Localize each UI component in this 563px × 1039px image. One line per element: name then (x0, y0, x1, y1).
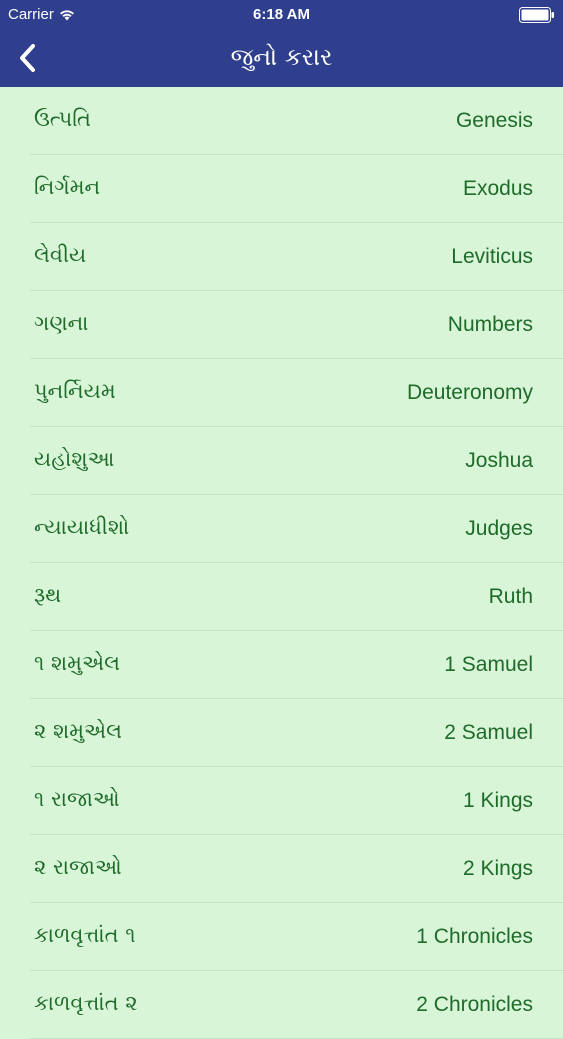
book-row-deuteronomy[interactable]: પુનર્નિયમ Deuteronomy (0, 359, 563, 427)
book-row-genesis[interactable]: ઉત્પતિ Genesis (0, 87, 563, 155)
navigation-bar: જુનો કરાર (0, 28, 563, 87)
chevron-left-icon (20, 44, 35, 72)
book-name-gujarati: લેવીય (34, 243, 87, 267)
book-row-2-kings[interactable]: ૨ રાજાઓ 2 Kings (0, 835, 563, 903)
book-name-gujarati: ૨ રાજાઓ (34, 855, 122, 879)
book-name-english: Leviticus (451, 245, 533, 268)
book-name-english: 2 Kings (462, 857, 533, 880)
book-name-english: 1 Kings (462, 789, 533, 812)
back-button[interactable] (8, 38, 48, 78)
book-name-gujarati: કાળવૃત્તાંત ૧ (34, 923, 136, 947)
book-name-english: 1 Samuel (444, 653, 533, 676)
page-title: જુનો કરાર (230, 43, 333, 71)
book-row-1-samuel[interactable]: ૧ શમુએલ 1 Samuel (0, 631, 563, 699)
book-name-english: 1 Chronicles (416, 925, 533, 948)
book-name-gujarati: ઉત્પતિ (34, 107, 91, 131)
book-row-ruth[interactable]: રૂથ Ruth (0, 563, 563, 631)
book-row-1-chronicles[interactable]: કાળવૃત્તાંત ૧ 1 Chronicles (0, 903, 563, 971)
book-name-gujarati: યહોશુઆ (34, 447, 115, 471)
book-list: ઉત્પતિ Genesis નિર્ગમન Exodus લેવીય Levi… (0, 87, 563, 1039)
book-name-english: Judges (465, 517, 533, 540)
book-name-gujarati: નિર્ગમન (34, 175, 101, 199)
status-bar: Carrier 6:18 AM (0, 0, 563, 28)
book-name-gujarati: ૨ શમુએલ (34, 719, 123, 743)
book-row-2-chronicles[interactable]: કાળવૃત્તાંત ૨ 2 Chronicles (0, 971, 563, 1039)
book-row-leviticus[interactable]: લેવીય Leviticus (0, 223, 563, 291)
book-name-english: Joshua (465, 449, 533, 472)
book-row-numbers[interactable]: ગણના Numbers (0, 291, 563, 359)
book-row-1-kings[interactable]: ૧ રાજાઓ 1 Kings (0, 767, 563, 835)
book-name-gujarati: કાળવૃત્તાંત ૨ (34, 991, 138, 1015)
battery-icon (519, 7, 554, 23)
book-name-english: Exodus (462, 177, 533, 200)
book-name-english: Deuteronomy (406, 381, 533, 404)
book-name-gujarati: ૧ શમુએલ (34, 651, 121, 675)
book-name-gujarati: ૧ રાજાઓ (34, 787, 120, 811)
book-name-gujarati: ન્યાયાધીશો (34, 515, 130, 539)
book-row-2-samuel[interactable]: ૨ શમુએલ 2 Samuel (0, 699, 563, 767)
status-time: 6:18 AM (253, 6, 310, 23)
book-row-judges[interactable]: ન્યાયાધીશો Judges (0, 495, 563, 563)
book-name-english: Ruth (488, 585, 533, 608)
book-name-gujarati: પુનર્નિયમ (34, 379, 116, 403)
book-name-english: 2 Chronicles (416, 993, 533, 1016)
book-name-english: 2 Samuel (444, 721, 533, 744)
book-row-joshua[interactable]: યહોશુઆ Joshua (0, 427, 563, 495)
book-name-gujarati: ગણના (34, 311, 89, 335)
book-name-english: Numbers (447, 313, 533, 336)
book-row-exodus[interactable]: નિર્ગમન Exodus (0, 155, 563, 223)
book-name-gujarati: રૂથ (34, 583, 62, 607)
book-name-english: Genesis (455, 109, 533, 132)
